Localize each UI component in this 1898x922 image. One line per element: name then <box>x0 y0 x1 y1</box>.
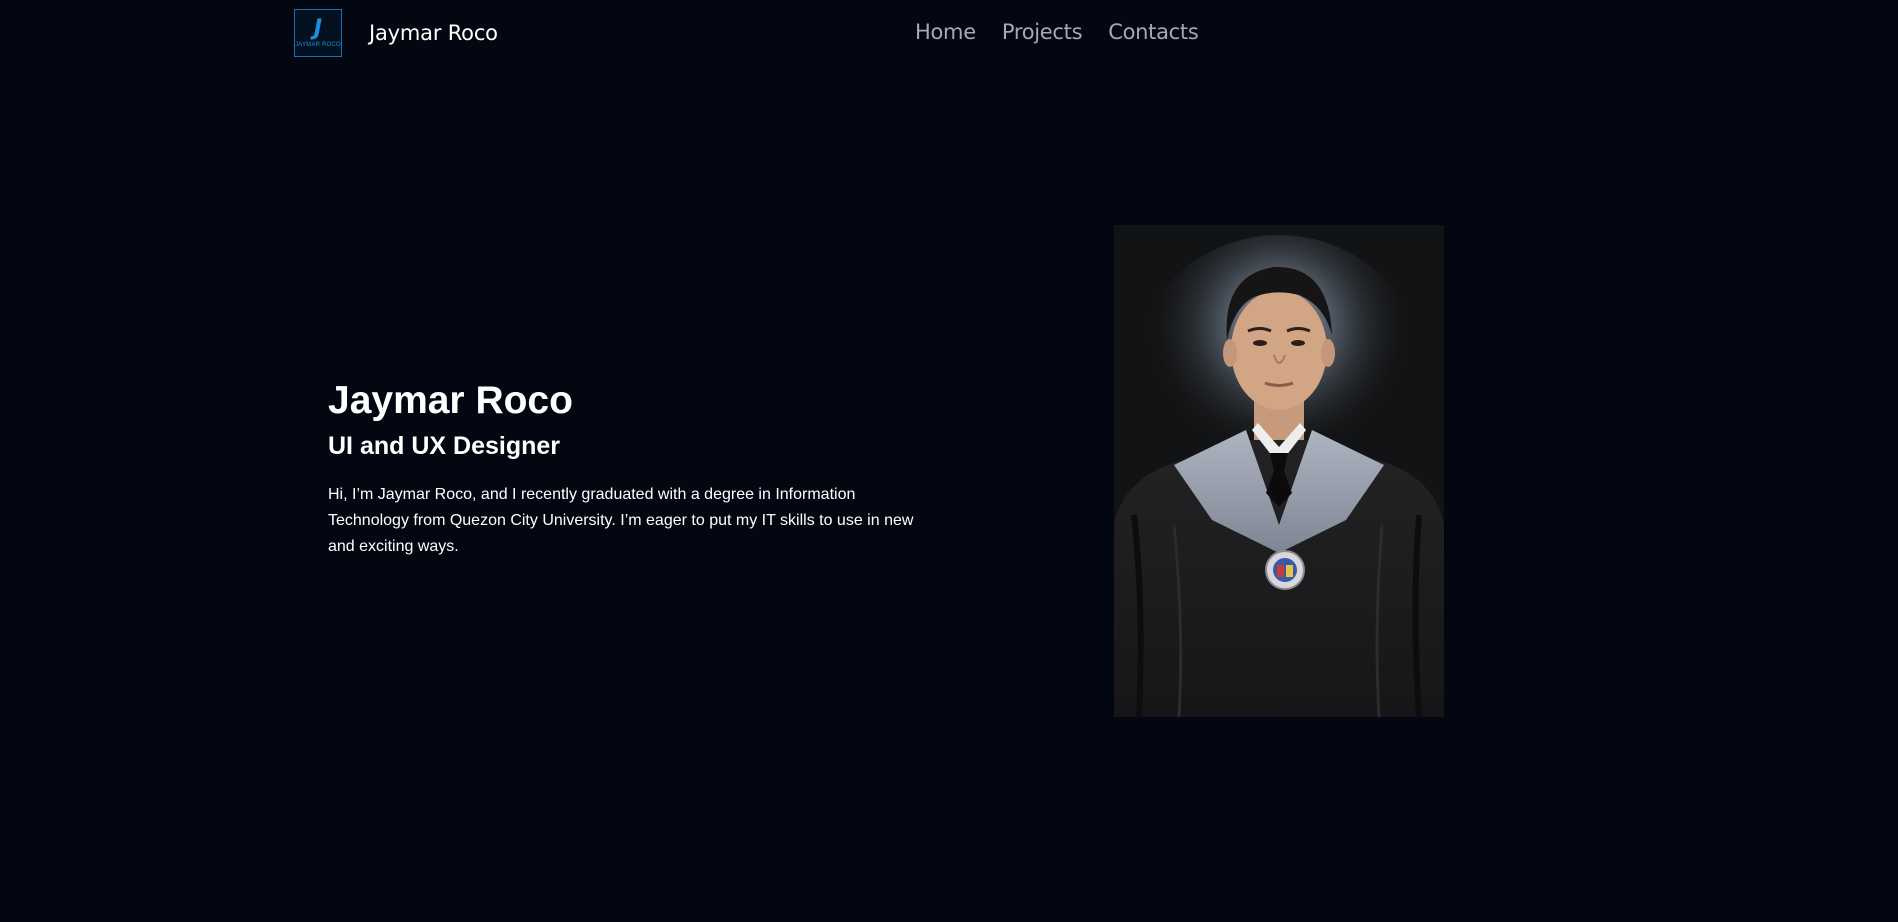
hero-role: UI and UX Designer <box>328 432 560 460</box>
nav-projects-link[interactable]: Projects <box>1002 20 1083 44</box>
hero-intro: Jaymar Roco UI and UX Designer Hi, I’m J… <box>328 378 918 560</box>
brand-link[interactable]: J JAYMAR ROCO Jaymar Roco <box>294 9 498 57</box>
navbar: J JAYMAR ROCO Jaymar Roco Home Projects … <box>0 0 1898 70</box>
brand-name: Jaymar Roco <box>369 21 498 45</box>
logo: J JAYMAR ROCO <box>294 9 342 57</box>
hero-description: Hi, I’m Jaymar Roco, and I recently grad… <box>328 486 914 555</box>
nav-contacts-link[interactable]: Contacts <box>1108 20 1199 44</box>
main-nav: Home Projects Contacts <box>915 20 1199 44</box>
logo-text: JAYMAR ROCO <box>295 41 341 48</box>
profile-photo <box>1114 225 1444 717</box>
logo-mark: J <box>313 15 323 41</box>
hero-name: Jaymar Roco <box>328 379 573 422</box>
nav-home-link[interactable]: Home <box>915 20 976 44</box>
